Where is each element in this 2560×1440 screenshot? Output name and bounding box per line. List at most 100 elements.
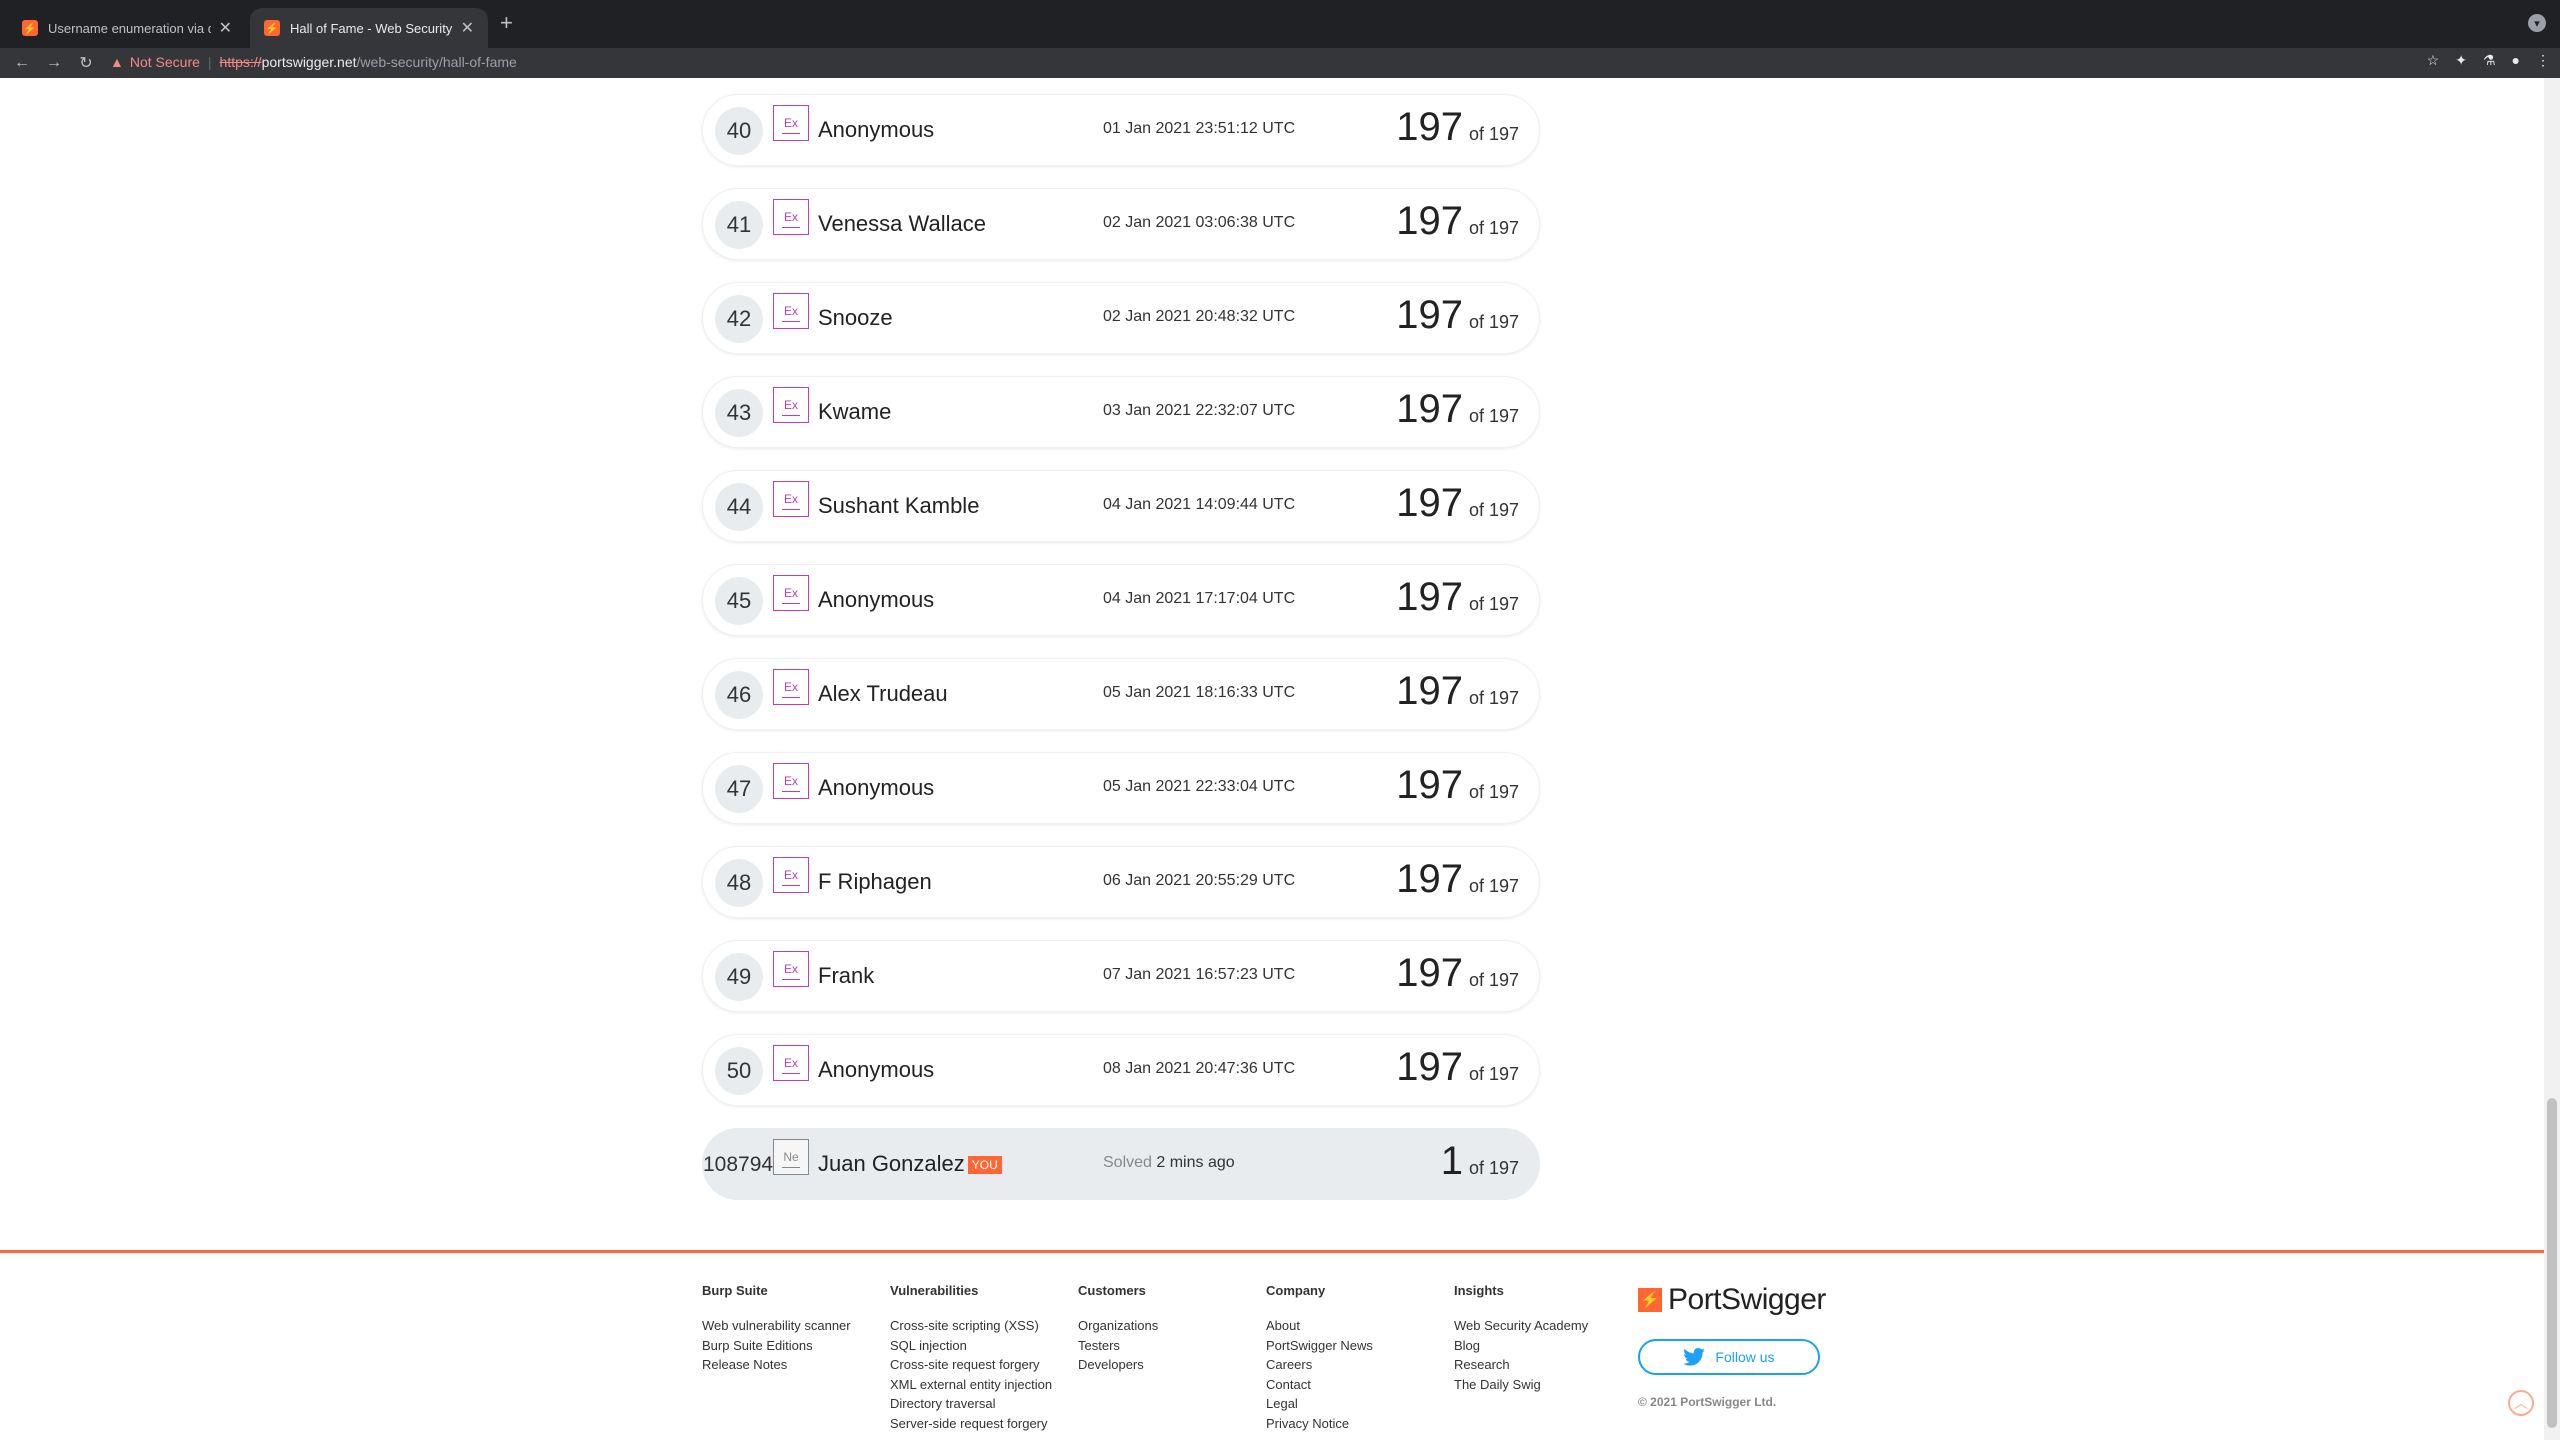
footer-link[interactable]: The Daily Swig xyxy=(1454,1375,1588,1395)
score: 197 of 197 xyxy=(1396,105,1519,150)
brand-name: PortSwigger xyxy=(1668,1283,1826,1316)
footer-link[interactable]: Blog xyxy=(1454,1336,1588,1356)
current-user-row: 108794 Ne Juan Gonzalez YOU Solved 2 mins… xyxy=(702,1128,1540,1200)
score-value: 197 xyxy=(1396,1045,1463,1089)
footer-link[interactable]: SQL injection xyxy=(890,1336,1052,1356)
scrollbar-thumb[interactable] xyxy=(2547,1098,2557,1428)
new-tab-icon[interactable]: + xyxy=(500,10,513,36)
expert-badge-icon: Ex xyxy=(773,199,809,235)
footer-column: Customers Organizations Testers Developers xyxy=(1078,1283,1158,1375)
close-tab-icon[interactable]: ✕ xyxy=(219,18,232,38)
rank-number: 44 xyxy=(715,483,763,531)
rank-number: 46 xyxy=(715,671,763,719)
user-name: Anonymous xyxy=(818,775,935,800)
score-value: 1 xyxy=(1440,1139,1463,1183)
close-tab-icon[interactable]: ✕ xyxy=(461,18,474,38)
back-to-top-icon[interactable]: ︿ xyxy=(2508,1390,2534,1416)
leaderboard: 40 Ex Anonymous 01 Jan 2021 23:51:12 UTC 197… xyxy=(702,94,1540,1222)
rank-number: 47 xyxy=(715,765,763,813)
security-label[interactable]: Not Secure xyxy=(130,54,200,70)
footer-link[interactable]: Cross-site request forgery xyxy=(890,1355,1052,1375)
score-total: of 197 xyxy=(1468,1064,1519,1084)
reload-icon[interactable]: ↻ xyxy=(76,53,96,73)
expert-badge-icon: Ex xyxy=(773,951,809,987)
footer-link[interactable]: Organizations xyxy=(1078,1316,1158,1336)
footer-link[interactable]: PortSwigger News xyxy=(1266,1336,1373,1356)
tab-title: Hall of Fame - Web Security Ac xyxy=(290,20,453,36)
score-value: 197 xyxy=(1396,199,1463,243)
footer-heading: Customers xyxy=(1078,1283,1146,1298)
bookmark-star-icon[interactable]: ☆ xyxy=(2427,52,2440,69)
footer-column: Insights Web Security Academy Blog Research… xyxy=(1454,1283,1588,1394)
score-total: of 197 xyxy=(1468,406,1519,426)
tab-search-icon[interactable]: ▾ xyxy=(2528,14,2546,32)
score-total: of 197 xyxy=(1468,970,1519,990)
footer-link[interactable]: Burp Suite Editions xyxy=(702,1336,851,1356)
rank-number: 42 xyxy=(715,295,763,343)
tab-hall-of-fame[interactable]: ⚡ Hall of Fame - Web Security Ac ✕ xyxy=(250,8,488,48)
score: 197 of 197 xyxy=(1396,481,1519,526)
footer-link[interactable]: Testers xyxy=(1078,1336,1158,1356)
footer-link[interactable]: Research xyxy=(1454,1355,1588,1375)
solved-label: Solved xyxy=(1103,1154,1152,1171)
score-value: 197 xyxy=(1396,857,1463,901)
score-total: of 197 xyxy=(1468,1158,1519,1178)
follow-us-label: Follow us xyxy=(1715,1349,1775,1365)
footer-link[interactable]: XML external entity injection xyxy=(890,1375,1052,1395)
address-bar[interactable]: ▲ Not Secure | https://portswigger.net/w… xyxy=(110,48,2410,76)
footer-link[interactable]: Release Notes xyxy=(702,1355,851,1375)
back-icon[interactable]: ← xyxy=(12,54,32,72)
you-badge: YOU xyxy=(967,1156,1002,1175)
copyright: © 2021 PortSwigger Ltd. xyxy=(1638,1395,1777,1409)
footer-link[interactable]: Cross-site scripting (XSS) xyxy=(890,1316,1052,1336)
tab-strip: ⚡ Username enumeration via diff ✕ ⚡ Hall… xyxy=(0,0,2560,48)
score-value: 197 xyxy=(1396,481,1463,525)
rank-number: 40 xyxy=(715,107,763,155)
footer-link[interactable]: Careers xyxy=(1266,1355,1373,1375)
profile-icon[interactable]: ● xyxy=(2512,52,2520,69)
score: 197 of 197 xyxy=(1396,1045,1519,1090)
footer-link[interactable]: Legal xyxy=(1266,1394,1373,1414)
footer-link[interactable]: Contact xyxy=(1266,1375,1373,1395)
footer-link[interactable]: Developers xyxy=(1078,1355,1158,1375)
user-name: Anonymous xyxy=(818,587,935,612)
score-value: 197 xyxy=(1396,669,1463,713)
browser-chrome: ⚡ Username enumeration via diff ✕ ⚡ Hall… xyxy=(0,0,2560,78)
portswigger-favicon-icon: ⚡ xyxy=(22,20,38,36)
leaderboard-row: 50 Ex Anonymous 08 Jan 2021 20:47:36 UTC 197… xyxy=(702,1034,1540,1106)
portswigger-logo[interactable]: ⚡ PortSwigger xyxy=(1638,1283,1826,1317)
rank-number: 48 xyxy=(715,859,763,907)
scrollbar[interactable] xyxy=(2544,78,2560,1440)
score-value: 197 xyxy=(1396,763,1463,807)
extensions-icon[interactable]: ✦ xyxy=(2455,52,2467,69)
footer-link[interactable]: Privacy Notice xyxy=(1266,1414,1373,1434)
completion-date: 04 Jan 2021 17:17:04 UTC xyxy=(1103,590,1296,607)
toolbar: ← → ↻ ▲ Not Secure | https://portswigger… xyxy=(0,48,2560,78)
score: 197 of 197 xyxy=(1396,857,1519,902)
completion-date: 02 Jan 2021 20:48:32 UTC xyxy=(1103,308,1296,325)
menu-kebab-icon[interactable]: ⋮ xyxy=(2536,52,2550,69)
footer-link[interactable]: Server-side request forgery xyxy=(890,1414,1052,1434)
footer-heading: Burp Suite xyxy=(702,1283,768,1298)
forward-icon[interactable]: → xyxy=(44,54,64,72)
url-host: portswigger.net xyxy=(261,54,357,70)
footer-column: Company About PortSwigger News Careers Conta… xyxy=(1266,1283,1373,1434)
url-scheme: https:// xyxy=(219,54,262,70)
follow-us-button[interactable]: Follow us xyxy=(1638,1339,1820,1375)
leaderboard-row: 41 Ex Venessa Wallace 02 Jan 2021 03:06:38 … xyxy=(702,188,1540,260)
score: 197 of 197 xyxy=(1396,199,1519,244)
tab-username-enumeration[interactable]: ⚡ Username enumeration via diff ✕ xyxy=(8,8,246,48)
leaderboard-row: 46 Ex Alex Trudeau 05 Jan 2021 18:16:33 UTC… xyxy=(702,658,1540,730)
leaderboard-row: 48 Ex F Riphagen 06 Jan 2021 20:55:29 UTC 19… xyxy=(702,846,1540,918)
footer-link[interactable]: Web Security Academy xyxy=(1454,1316,1588,1336)
score: 197 of 197 xyxy=(1396,669,1519,714)
footer-link[interactable]: Directory traversal xyxy=(890,1394,1052,1414)
footer-link[interactable]: About xyxy=(1266,1316,1373,1336)
footer-link[interactable]: Web vulnerability scanner xyxy=(702,1316,851,1336)
score-total: of 197 xyxy=(1468,688,1519,708)
score-total: of 197 xyxy=(1468,876,1519,896)
labs-flask-icon[interactable]: ⚗ xyxy=(2483,52,2496,69)
score-total: of 197 xyxy=(1468,312,1519,332)
completion-date: 04 Jan 2021 14:09:44 UTC xyxy=(1103,496,1296,513)
score-value: 197 xyxy=(1396,105,1463,149)
